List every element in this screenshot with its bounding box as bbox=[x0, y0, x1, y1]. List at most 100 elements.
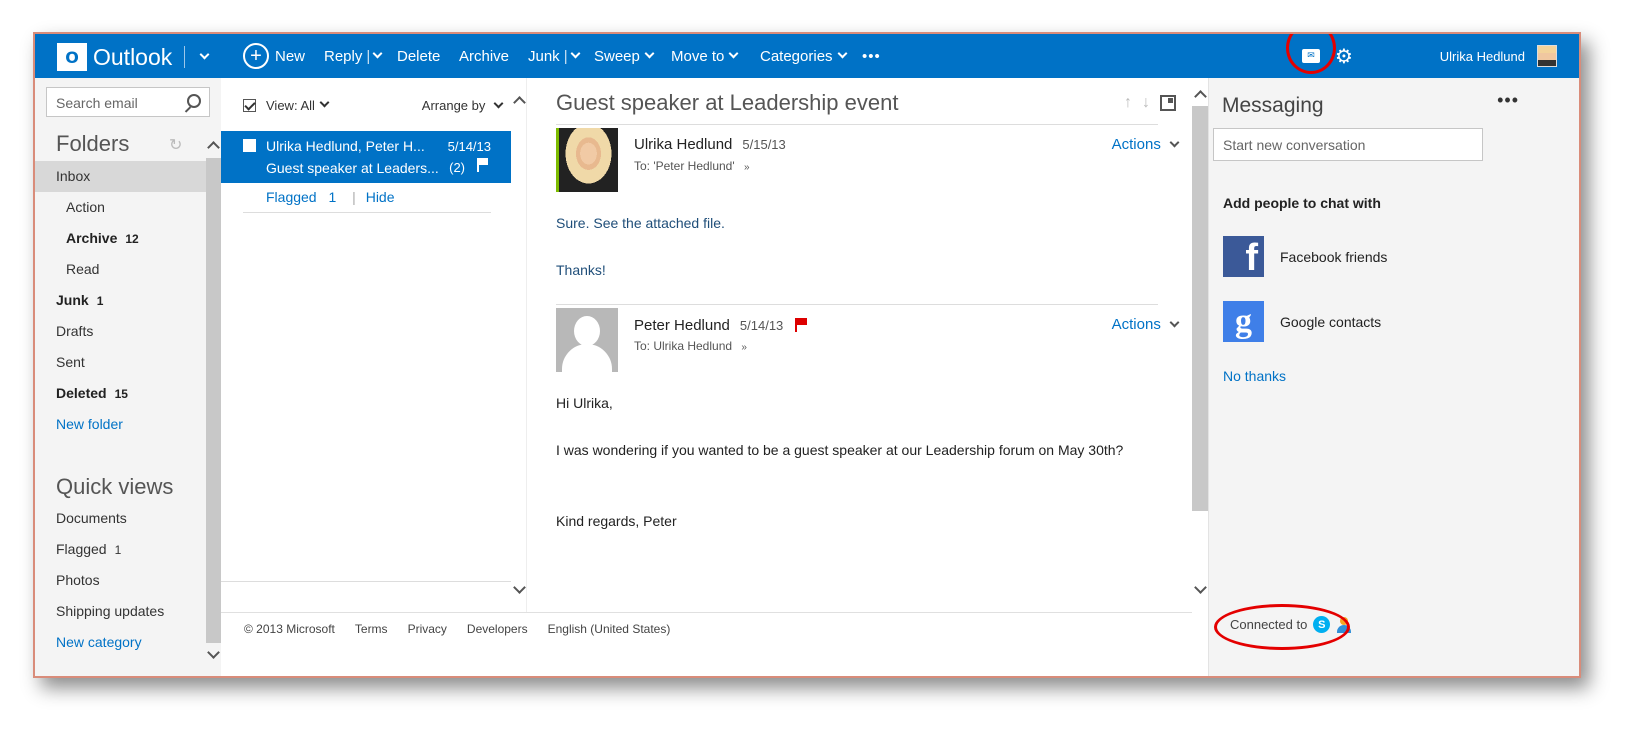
new-folder-link[interactable]: New folder bbox=[35, 409, 221, 440]
scroll-up-icon[interactable] bbox=[513, 96, 526, 109]
actions-label: Actions bbox=[1111, 316, 1161, 333]
chevron-down-icon[interactable] bbox=[199, 49, 210, 59]
scroll-thumb[interactable] bbox=[1192, 106, 1208, 511]
hide-filter-link[interactable]: Hide bbox=[366, 189, 395, 205]
list-scrollbar[interactable] bbox=[512, 78, 527, 608]
message-recipients[interactable]: To: 'Peter Hedlund' » bbox=[634, 159, 750, 173]
footer: © 2013 Microsoft Terms Privacy Developer… bbox=[221, 612, 1192, 676]
popout-icon[interactable] bbox=[1160, 95, 1176, 111]
person-icon-body bbox=[562, 344, 612, 372]
folder-inbox[interactable]: Inbox bbox=[35, 161, 221, 192]
google-label: Google contacts bbox=[1280, 313, 1382, 330]
view-filter[interactable]: View: All bbox=[243, 97, 330, 113]
unread-count: 12 bbox=[125, 232, 139, 246]
chevron-down-icon bbox=[644, 48, 655, 58]
message-date: 5/14/13 bbox=[739, 318, 784, 333]
message-body-line: Kind regards, Peter bbox=[556, 513, 677, 529]
folder-archive[interactable]: Archive 12 bbox=[35, 223, 221, 254]
new-button[interactable]: + New bbox=[243, 34, 305, 78]
copyright: © 2013 Microsoft bbox=[244, 622, 335, 636]
message-list: View: All Arrange by Ulrika Hedlund, Pet… bbox=[221, 78, 527, 676]
messaging-pane: Messaging ••• Start new conversation Add… bbox=[1208, 78, 1579, 676]
user-menu[interactable]: Ulrika Hedlund bbox=[1440, 34, 1557, 78]
facebook-friends-option[interactable]: f Facebook friends bbox=[1223, 236, 1387, 277]
sweep-button[interactable]: Sweep bbox=[594, 34, 655, 78]
actions-menu[interactable]: Actions bbox=[1112, 136, 1180, 153]
more-commands-button[interactable]: ••• bbox=[862, 34, 881, 78]
folder-action[interactable]: Action bbox=[35, 192, 221, 223]
no-thanks-link[interactable]: No thanks bbox=[1223, 368, 1286, 384]
message-divider bbox=[556, 304, 1158, 305]
scroll-thumb[interactable] bbox=[206, 158, 221, 643]
flag-icon[interactable] bbox=[477, 158, 488, 172]
folder-deleted[interactable]: Deleted 15 bbox=[35, 378, 221, 409]
privacy-link[interactable]: Privacy bbox=[408, 622, 447, 636]
reading-tools: ↑ ↓ bbox=[1124, 94, 1176, 112]
reading-scrollbar[interactable] bbox=[1192, 78, 1208, 612]
previous-arrow-icon[interactable]: ↑ bbox=[1124, 94, 1132, 112]
list-item[interactable]: Ulrika Hedlund, Peter H... 5/14/13 Guest… bbox=[221, 131, 511, 183]
chevron-down-icon[interactable] bbox=[570, 48, 581, 58]
scroll-down-icon[interactable] bbox=[207, 646, 220, 659]
quick-view-photos[interactable]: Photos bbox=[35, 565, 221, 596]
scroll-down-icon[interactable] bbox=[513, 581, 526, 594]
expand-icon[interactable]: » bbox=[744, 162, 750, 173]
chevron-down-icon bbox=[493, 98, 504, 109]
google-contacts-option[interactable]: g Google contacts bbox=[1223, 301, 1381, 342]
language-link[interactable]: English (United States) bbox=[548, 622, 671, 636]
folder-scrollbar[interactable] bbox=[206, 138, 221, 676]
folder-read[interactable]: Read bbox=[35, 254, 221, 285]
message-sender[interactable]: Ulrika Hedlund 5/15/13 bbox=[634, 136, 786, 153]
quick-view-flagged[interactable]: Flagged 1 bbox=[35, 534, 221, 565]
scroll-up-icon[interactable] bbox=[1194, 90, 1207, 103]
quick-view-label: Photos bbox=[56, 572, 100, 588]
chevron-down-icon[interactable] bbox=[372, 48, 383, 58]
scroll-down-icon[interactable] bbox=[1194, 581, 1207, 594]
message-date: 5/15/13 bbox=[742, 137, 786, 152]
scroll-up-icon[interactable] bbox=[207, 141, 220, 154]
quick-views-heading: Quick views bbox=[56, 474, 174, 499]
quick-view-shipping[interactable]: Shipping updates bbox=[35, 596, 221, 627]
filter-divider-line bbox=[243, 212, 491, 213]
flagged-filter: Flagged 1 | Hide bbox=[266, 189, 395, 205]
new-conversation-input[interactable]: Start new conversation bbox=[1213, 128, 1483, 161]
message-checkbox[interactable] bbox=[243, 139, 256, 152]
reply-button[interactable]: Reply | bbox=[324, 34, 383, 78]
flagged-filter-link[interactable]: Flagged bbox=[266, 189, 317, 205]
delete-button[interactable]: Delete bbox=[397, 34, 440, 78]
categories-button[interactable]: Categories bbox=[760, 34, 847, 78]
terms-link[interactable]: Terms bbox=[355, 622, 388, 636]
avatar bbox=[1537, 45, 1557, 67]
folder-junk[interactable]: Junk 1 bbox=[35, 285, 221, 316]
junk-button[interactable]: Junk | bbox=[528, 34, 581, 78]
arrange-label: Arrange by bbox=[421, 98, 486, 113]
sender-photo-placeholder bbox=[556, 308, 618, 372]
refresh-icon[interactable]: ↻ bbox=[169, 135, 182, 154]
developers-link[interactable]: Developers bbox=[467, 622, 528, 636]
select-all-checkbox[interactable] bbox=[243, 99, 256, 112]
folder-drafts[interactable]: Drafts bbox=[35, 316, 221, 347]
search-icon[interactable] bbox=[187, 94, 201, 108]
folder-sent[interactable]: Sent bbox=[35, 347, 221, 378]
view-label: View: All bbox=[266, 98, 315, 113]
archive-button[interactable]: Archive bbox=[459, 34, 509, 78]
move-to-button[interactable]: Move to bbox=[671, 34, 739, 78]
messaging-more-button[interactable]: ••• bbox=[1497, 90, 1519, 111]
actions-menu[interactable]: Actions bbox=[1111, 316, 1180, 333]
message-recipients[interactable]: To: Ulrika Hedlund » bbox=[634, 339, 747, 353]
folder-pane: Search email Folders ↻ Inbox Action Arch… bbox=[35, 78, 221, 676]
new-category-link[interactable]: New category bbox=[35, 627, 221, 658]
outlook-logo[interactable]: O Outlook bbox=[57, 42, 210, 72]
folder-label: Inbox bbox=[56, 168, 91, 184]
next-arrow-icon[interactable]: ↓ bbox=[1142, 94, 1150, 112]
folder-label: Sent bbox=[56, 354, 85, 370]
top-command-bar: O Outlook + New Reply | Delete Archive J… bbox=[35, 34, 1579, 78]
search-input[interactable]: Search email bbox=[46, 87, 210, 117]
message-sender[interactable]: Peter Hedlund 5/14/13 bbox=[634, 316, 808, 334]
flag-icon[interactable] bbox=[795, 318, 808, 332]
quick-view-documents[interactable]: Documents bbox=[35, 503, 221, 534]
arrange-by-button[interactable]: Arrange by bbox=[421, 98, 504, 113]
folder-label: Archive bbox=[66, 230, 118, 246]
expand-icon[interactable]: » bbox=[741, 342, 747, 353]
folder-label: Action bbox=[66, 199, 105, 215]
